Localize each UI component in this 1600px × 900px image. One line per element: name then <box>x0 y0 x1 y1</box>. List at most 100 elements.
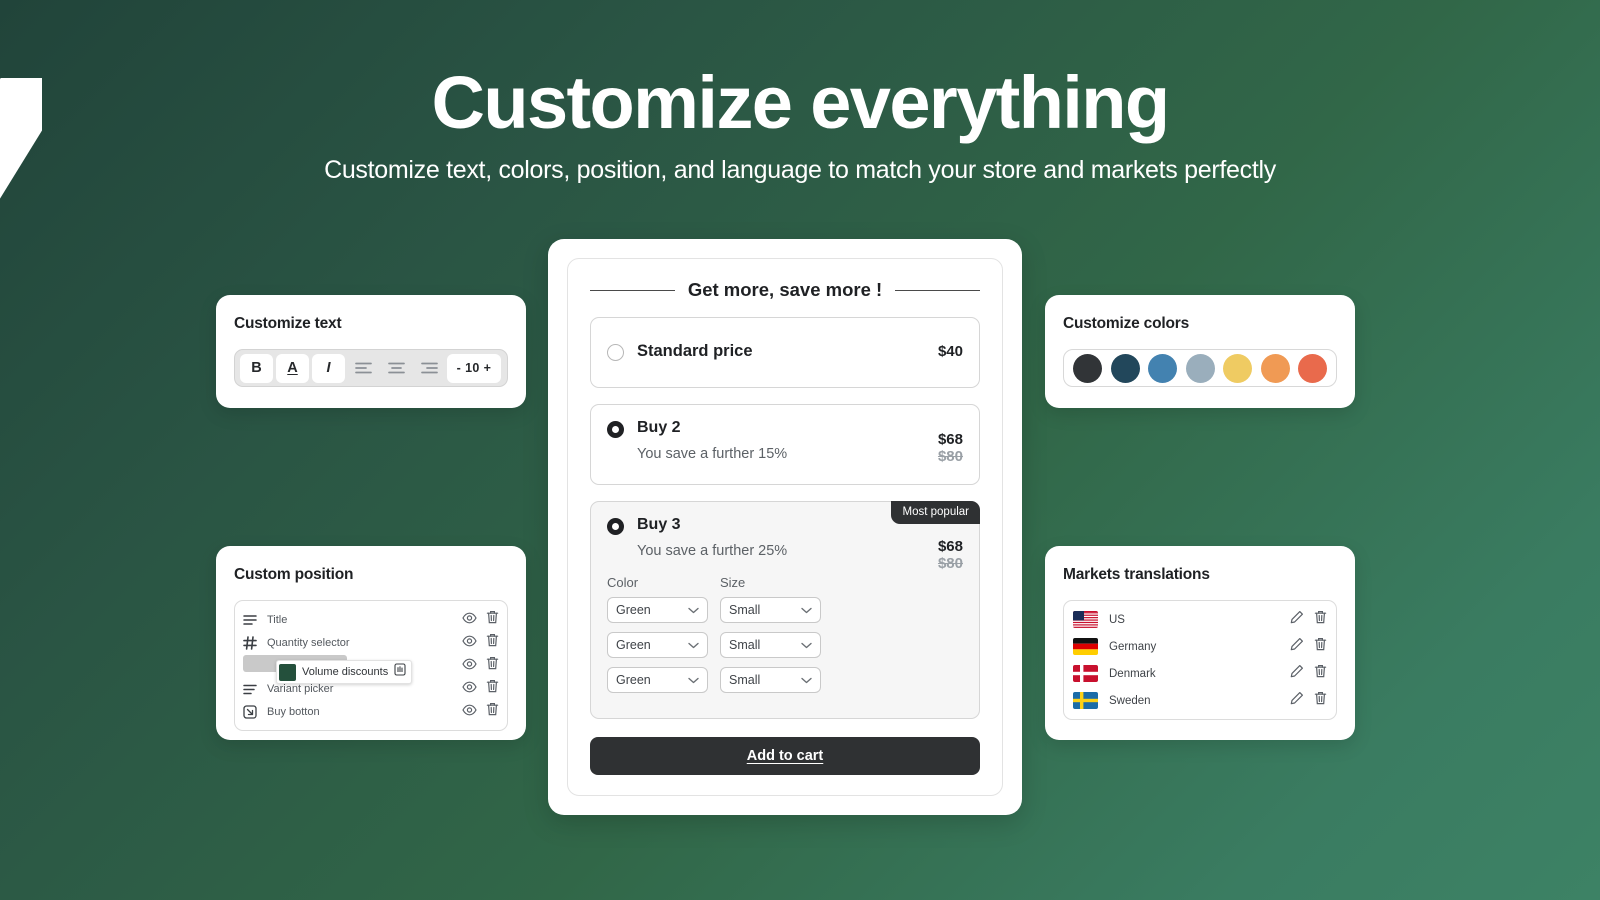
radio-buy-3[interactable] <box>607 518 624 535</box>
eye-icon[interactable] <box>462 611 477 629</box>
font-size-stepper[interactable]: - 10 + <box>447 353 501 383</box>
markets-list: US Germany Denmark Sweden <box>1063 600 1337 720</box>
market-label: Sweden <box>1109 694 1151 707</box>
font-color-button[interactable]: A <box>276 353 309 383</box>
align-center-icon[interactable] <box>381 354 411 383</box>
most-popular-badge: Most popular <box>890 501 980 524</box>
tier-buy-2-price-now: $68 <box>937 431 963 448</box>
size-select-1[interactable]: Small <box>720 597 821 623</box>
position-row[interactable]: Buy botton <box>243 700 499 723</box>
chevron-down-icon <box>688 638 699 652</box>
tier-buy-3-price-was: $80 <box>937 555 963 572</box>
tier-buy-2[interactable]: Buy 2 You save a further 15% $68 $80 <box>590 404 980 485</box>
custom-position-card: Custom position Title Quantity selector V… <box>216 546 526 740</box>
swatch-dark-teal[interactable] <box>1110 353 1140 383</box>
chevron-down-icon <box>801 638 812 652</box>
size-select-value: Small <box>729 603 761 617</box>
tier-buy-2-price-was: $80 <box>937 448 963 465</box>
chevron-down-icon <box>688 673 699 687</box>
trash-icon[interactable] <box>486 702 499 721</box>
size-select-2[interactable]: Small <box>720 632 821 658</box>
customize-text-card: Customize text B A I - 10 + <box>216 295 526 408</box>
eye-icon[interactable] <box>462 680 477 698</box>
flag-us-icon <box>1073 611 1098 628</box>
position-row-label: Title <box>267 613 288 626</box>
swatch-slate-blue[interactable] <box>1185 353 1215 383</box>
market-row[interactable]: US <box>1073 606 1327 633</box>
market-row-actions <box>1290 637 1327 656</box>
markets-title: Markets translations <box>1063 566 1210 583</box>
color-select-1[interactable]: Green <box>607 597 708 623</box>
tier-buy-3[interactable]: Most popular Buy 3 You save a further 25… <box>590 501 980 719</box>
customize-colors-card: Customize colors <box>1045 295 1355 408</box>
position-row-actions <box>462 679 499 698</box>
eye-icon[interactable] <box>462 634 477 652</box>
customize-colors-title: Customize colors <box>1063 315 1189 332</box>
color-select-value: Green <box>616 603 651 617</box>
market-label: US <box>1109 613 1125 626</box>
pencil-icon[interactable] <box>1290 664 1304 683</box>
color-select-3[interactable]: Green <box>607 667 708 693</box>
radio-standard-price[interactable] <box>607 344 624 361</box>
market-label: Germany <box>1109 640 1157 653</box>
filter-lines-icon <box>243 683 263 695</box>
position-row-label: Buy botton <box>267 705 320 718</box>
text-lines-icon <box>243 614 263 626</box>
color-swatch-strip <box>1063 349 1337 387</box>
size-select-3[interactable]: Small <box>720 667 821 693</box>
add-to-cart-button[interactable]: Add to cart <box>590 737 980 775</box>
bold-button[interactable]: B <box>240 353 273 383</box>
tier-standard-price[interactable]: Standard price $40 <box>590 317 980 388</box>
trash-icon[interactable] <box>1314 691 1327 710</box>
position-list: Title Quantity selector Volume discounts … <box>234 600 508 731</box>
trash-icon[interactable] <box>486 610 499 629</box>
market-row[interactable]: Sweden <box>1073 687 1327 714</box>
heading-rule-right <box>895 289 980 291</box>
trash-icon[interactable] <box>486 633 499 652</box>
position-row[interactable]: Volume discounts <box>243 654 499 684</box>
tier-buy-3-subtitle: You save a further 25% <box>637 543 788 559</box>
position-row-label: Variant picker <box>267 682 334 695</box>
swatch-yellow[interactable] <box>1223 353 1252 383</box>
variant-header-color: Color <box>607 575 639 590</box>
chevron-down-icon <box>801 673 812 687</box>
grab-hand-icon <box>394 663 406 681</box>
radio-buy-2[interactable] <box>607 421 624 438</box>
customize-text-title: Customize text <box>234 315 342 332</box>
position-row[interactable]: Title <box>243 608 499 631</box>
pencil-icon[interactable] <box>1290 637 1304 656</box>
trash-icon[interactable] <box>486 656 499 675</box>
pencil-icon[interactable] <box>1290 610 1304 629</box>
pencil-icon[interactable] <box>1290 691 1304 710</box>
swatch-charcoal[interactable] <box>1073 353 1102 383</box>
flag-se-icon <box>1073 692 1098 709</box>
swatch-red-orange[interactable] <box>1298 353 1327 383</box>
trash-icon[interactable] <box>1314 664 1327 683</box>
market-row[interactable]: Denmark <box>1073 660 1327 687</box>
swatch-orange[interactable] <box>1260 353 1290 383</box>
eye-icon[interactable] <box>462 703 477 721</box>
trash-icon[interactable] <box>1314 637 1327 656</box>
swatch-blue[interactable] <box>1148 353 1177 383</box>
italic-button[interactable]: I <box>312 353 345 383</box>
trash-icon[interactable] <box>486 679 499 698</box>
tier-buy-2-body: Buy 2 You save a further 15% <box>637 419 963 462</box>
align-left-icon[interactable] <box>348 354 378 383</box>
variant-rows: Green Small Green Small Green Small <box>607 597 963 693</box>
market-row[interactable]: Germany <box>1073 633 1327 660</box>
dragged-volume-discounts-tile[interactable]: Volume discounts <box>276 660 413 684</box>
align-right-icon[interactable] <box>414 354 444 383</box>
variant-row: Green Small <box>607 632 963 658</box>
drag-handle-square <box>279 663 296 681</box>
eye-icon[interactable] <box>462 657 477 675</box>
tier-buy-3-price-now: $68 <box>937 538 963 555</box>
size-select-value: Small <box>729 673 761 687</box>
market-row-actions <box>1290 610 1327 629</box>
color-select-value: Green <box>616 638 651 652</box>
tier-standard-body: Standard price <box>637 342 938 361</box>
trash-icon[interactable] <box>1314 610 1327 629</box>
tier-buy-2-title: Buy 2 <box>637 419 681 436</box>
market-row-actions <box>1290 691 1327 710</box>
color-select-2[interactable]: Green <box>607 632 708 658</box>
position-row[interactable]: Quantity selector <box>243 631 499 654</box>
